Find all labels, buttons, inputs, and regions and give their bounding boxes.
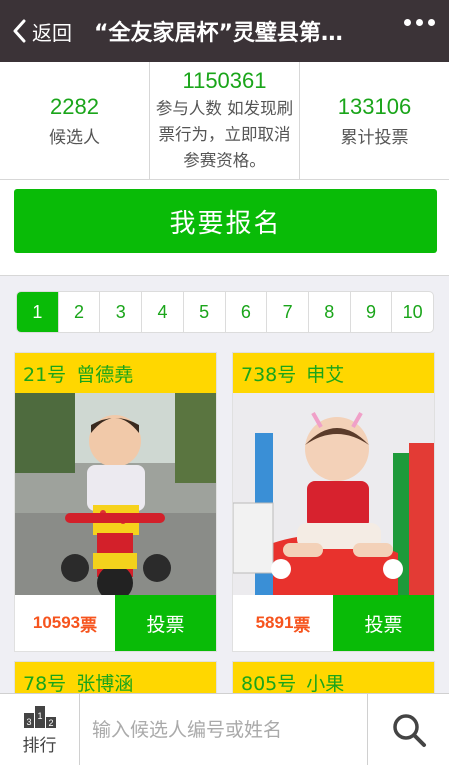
more-dots-icon[interactable] xyxy=(404,19,435,26)
page-4[interactable]: 4 xyxy=(142,292,184,332)
stat-participants: 1150361 参与人数 如发现刷票行为，立即取消参赛资格。 xyxy=(150,62,300,179)
search-button[interactable] xyxy=(367,694,449,765)
page-6[interactable]: 6 xyxy=(226,292,268,332)
candidate-number: 805号 xyxy=(241,672,297,695)
page-3[interactable]: 3 xyxy=(100,292,143,332)
chevron-left-icon xyxy=(13,19,26,43)
stats-panel: 2282 候选人 1150361 参与人数 如发现刷票行为，立即取消参赛资格。 … xyxy=(0,62,449,180)
svg-text:3: 3 xyxy=(26,717,31,727)
stat-total-votes: 133106 累计投票 xyxy=(300,62,449,179)
page-7[interactable]: 7 xyxy=(267,292,309,332)
back-label: 返回 xyxy=(32,20,72,45)
page-1[interactable]: 1 xyxy=(17,292,59,332)
back-button[interactable]: 返回 xyxy=(12,0,72,62)
rank-label: 排行 xyxy=(22,736,57,756)
page-title: “全友家居杯”灵璧县第… xyxy=(94,21,343,46)
candidate-photo[interactable] xyxy=(233,393,434,595)
total-votes-count: 133106 xyxy=(337,93,412,119)
rank-button[interactable]: 3 1 2 排行 xyxy=(0,694,80,765)
page-2[interactable]: 2 xyxy=(59,292,101,332)
participants-note: 参与人数 如发现刷票行为，立即取消参赛资格。 xyxy=(155,99,294,170)
candidate-number: 21号 xyxy=(23,363,67,386)
page-10[interactable]: 10 xyxy=(392,292,433,332)
candidate-card[interactable]: 738号 申艾 5891 票 投票 xyxy=(232,352,435,652)
candidate-number: 78号 xyxy=(23,672,67,695)
candidate-name: 申艾 xyxy=(306,363,345,386)
candidates-count: 2282 xyxy=(50,93,99,119)
signup-button[interactable]: 我要报名 xyxy=(14,189,437,253)
page-8[interactable]: 8 xyxy=(309,292,351,332)
card-header: 21号 曾德堯 xyxy=(15,353,216,393)
vote-row: 10593 票 投票 xyxy=(15,595,216,651)
candidate-name: 张博涵 xyxy=(76,672,134,695)
vote-button[interactable]: 投票 xyxy=(115,595,216,651)
candidate-name: 小果 xyxy=(306,672,345,695)
podium-icon: 3 1 2 xyxy=(23,706,56,728)
page-5[interactable]: 5 xyxy=(184,292,226,332)
signup-section: 我要报名 xyxy=(0,180,449,276)
search-input[interactable] xyxy=(80,694,367,765)
search-icon xyxy=(392,713,426,747)
baby-on-slide-photo xyxy=(233,393,434,595)
candidate-name: 曾德堯 xyxy=(76,363,134,386)
candidates-label: 候选人 xyxy=(49,127,100,148)
card-header: 738号 申艾 xyxy=(233,353,434,393)
participants-count: 1150361 xyxy=(182,68,267,93)
child-on-tricycle-photo xyxy=(15,393,216,595)
pagination: 1 2 3 4 5 6 7 8 9 10 xyxy=(16,291,434,333)
vote-row: 5891 票 投票 xyxy=(233,595,434,651)
vote-count: 5891 票 xyxy=(255,613,311,636)
candidate-card[interactable]: 21号 曾德堯 10593 票 投票 xyxy=(14,352,217,652)
svg-text:2: 2 xyxy=(48,718,53,728)
page-9[interactable]: 9 xyxy=(351,292,393,332)
vote-count: 10593 票 xyxy=(32,613,98,636)
bottom-bar: 3 1 2 排行 xyxy=(0,693,449,765)
svg-text:1: 1 xyxy=(37,711,42,721)
candidate-photo[interactable] xyxy=(15,393,216,595)
vote-button[interactable]: 投票 xyxy=(333,595,434,651)
total-votes-label: 累计投票 xyxy=(340,127,409,148)
title-bar: 返回 “全友家居杯”灵璧县第… xyxy=(0,0,449,62)
candidate-number: 738号 xyxy=(241,363,297,386)
stat-candidates: 2282 候选人 xyxy=(0,62,150,179)
